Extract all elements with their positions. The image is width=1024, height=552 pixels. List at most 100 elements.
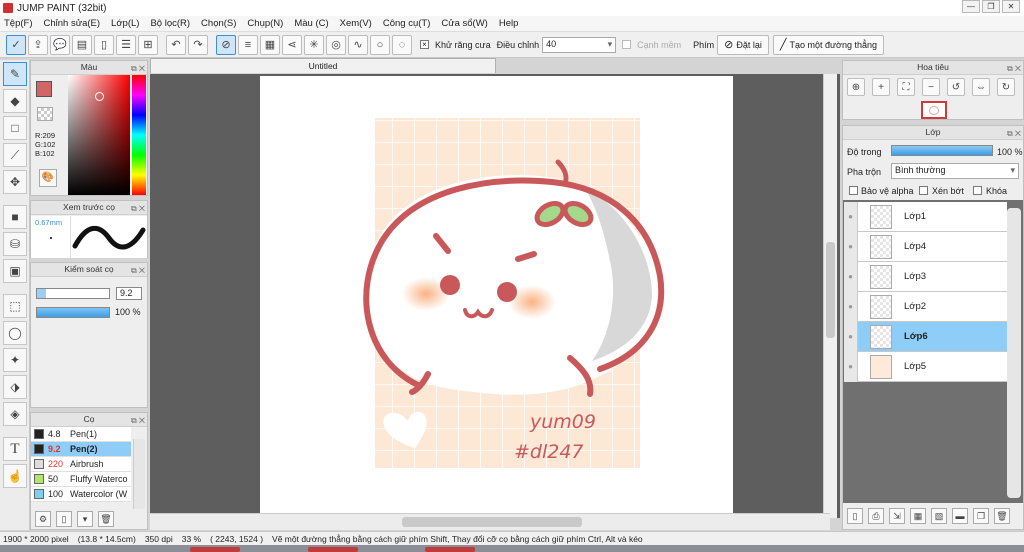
taskbar-app-3[interactable] (425, 547, 475, 552)
color-picker-cursor[interactable] (95, 92, 104, 101)
grid-ruler-icon[interactable]: ▦ (260, 34, 280, 55)
layer-row-2[interactable]: ● Lớp2 (844, 291, 1007, 322)
brush-settings-icon[interactable]: ⚙ (35, 511, 51, 527)
minimize-icon[interactable]: — (962, 0, 980, 13)
delete-layer-icon[interactable]: 🗑 (994, 508, 1010, 524)
perspective-ruler-icon[interactable]: ⋖ (282, 34, 302, 55)
concentric-ruler-icon[interactable]: ◎ (326, 34, 346, 55)
menu-capture[interactable]: Chụp(N) (247, 18, 283, 29)
circle-ruler-icon[interactable]: ○ (370, 34, 390, 55)
brush-menu-icon[interactable]: ▾ (77, 511, 93, 527)
hand-tool-icon[interactable]: ☝ (3, 464, 27, 488)
flip-icon[interactable]: ⇔ (972, 78, 990, 96)
palette-button[interactable]: 🎨 (39, 169, 57, 187)
layer-opacity-slider[interactable] (891, 145, 993, 156)
pattern-layer-icon[interactable]: ▧ (931, 508, 947, 524)
close-icon[interactable]: ✕ (1002, 0, 1020, 13)
no-ruler-icon[interactable]: ⊘ (216, 34, 236, 55)
layer-visibility-icon[interactable]: ● (844, 261, 858, 292)
menu-view[interactable]: Xem(V) (340, 18, 372, 29)
undo-icon[interactable]: ↶ (166, 34, 186, 55)
panel-window-icon[interactable]: ⧉ ✕ (1007, 127, 1021, 140)
page-list-icon[interactable]: ☰ (116, 34, 136, 55)
canvas-area[interactable]: yum09 #dl247 (150, 74, 840, 518)
layer-visibility-icon[interactable]: ● (844, 291, 858, 322)
brush-row-pen1[interactable]: 4.8 Pen(1) (31, 427, 131, 442)
brush-row-pen2[interactable]: 9.2 Pen(2) (31, 442, 131, 457)
menu-tools[interactable]: Công cụ(T) (383, 18, 431, 29)
layer-row-1[interactable]: ● Lớp1 (844, 201, 1007, 232)
antialias-checkbox[interactable]: × (420, 40, 429, 49)
transparent-swatch[interactable] (37, 107, 53, 121)
menu-edit[interactable]: Chỉnh sửa(E) (44, 18, 101, 29)
menu-window[interactable]: Cửa sổ(W) (441, 18, 487, 29)
layer-visibility-icon[interactable]: ● (844, 321, 858, 352)
paper[interactable]: yum09 #dl247 (260, 76, 733, 516)
import-layer-icon[interactable]: ⇲ (889, 508, 905, 524)
canvas-horizontal-scrollbar[interactable] (150, 513, 830, 530)
line-tool-icon[interactable]: ⟋ (3, 143, 27, 167)
clip-checkbox[interactable] (919, 186, 928, 195)
layer-list-scrollbar[interactable] (1007, 208, 1021, 498)
cloud-sync-icon[interactable]: ✓ (6, 34, 26, 55)
menu-file[interactable]: Tệp(F) (4, 18, 33, 29)
fg-color-swatch[interactable] (36, 81, 52, 97)
zoom-in-icon[interactable]: + (872, 78, 890, 96)
document-tab[interactable]: Untitled (150, 58, 496, 73)
zoom-out-icon[interactable]: − (922, 78, 940, 96)
menu-filter[interactable]: Bộ lọc(R) (150, 18, 190, 29)
protect-alpha-checkbox[interactable] (849, 186, 858, 195)
layer-visibility-icon[interactable]: ● (844, 201, 858, 232)
fill-rect-tool-icon[interactable]: ■ (3, 205, 27, 229)
brush-opacity-slider[interactable] (36, 307, 110, 318)
rotate-right-icon[interactable]: ↻ (997, 78, 1015, 96)
zoom-fit-icon[interactable]: ⊕ (847, 78, 865, 96)
menu-layer[interactable]: Lớp(L) (111, 18, 139, 29)
duplicate-layer-icon[interactable]: ❐ (973, 508, 989, 524)
panel-window-icon[interactable]: ⧉ ✕ (131, 202, 145, 215)
gradient-tool-icon[interactable]: ▣ (3, 259, 27, 283)
rectangle-tool-icon[interactable]: □ (3, 116, 27, 140)
brush-tool-icon[interactable]: ✎ (3, 62, 27, 86)
brushes-scrollbar[interactable] (133, 439, 145, 509)
restore-icon[interactable]: ❐ (982, 0, 1000, 13)
layer-row-3[interactable]: ● Lớp3 (844, 261, 1007, 292)
select-rect-tool-icon[interactable]: ⬚ (3, 294, 27, 318)
canvas-vertical-scrollbar[interactable] (823, 74, 837, 518)
new-folder-icon[interactable]: ▬ (952, 508, 968, 524)
layer-visibility-icon[interactable]: ● (844, 231, 858, 262)
taskbar-app-2[interactable] (308, 547, 358, 552)
navigator-thumbnail[interactable] (921, 101, 947, 119)
radial-ruler-icon[interactable]: ✳ (304, 34, 324, 55)
blend-combo[interactable]: Bình thường (891, 163, 1019, 179)
document-icon[interactable]: ▯ (94, 34, 114, 55)
new-brush-icon[interactable]: ▯ (56, 511, 72, 527)
panel-window-icon[interactable]: ⧉ ✕ (131, 62, 145, 75)
export-icon[interactable]: ⇪ (28, 34, 48, 55)
eraser-tool-icon[interactable]: ◆ (3, 89, 27, 113)
menu-color[interactable]: Màu (C) (294, 18, 328, 29)
layer-visibility-icon[interactable]: ● (844, 351, 858, 382)
speech-bubble-icon[interactable]: 💬 (50, 34, 70, 55)
lasso-tool-icon[interactable]: ◯ (3, 321, 27, 345)
brush-size-field[interactable]: 9.2 (116, 287, 142, 300)
rotate-left-icon[interactable]: ↺ (947, 78, 965, 96)
ellipse-ruler-icon[interactable]: ◌ (392, 34, 412, 55)
hue-slider[interactable] (132, 75, 146, 195)
text-tool-icon[interactable]: T (3, 437, 27, 461)
vertical-scroll-thumb[interactable] (826, 242, 835, 338)
new-layer-icon[interactable]: ▯ (847, 508, 863, 524)
move-tool-icon[interactable]: ✥ (3, 170, 27, 194)
brush-size-slider[interactable] (36, 288, 110, 299)
reset-button[interactable]: ⊘ Đặt lại (717, 34, 769, 55)
select-eraser-tool-icon[interactable]: ◈ (3, 402, 27, 426)
panel-window-icon[interactable]: ⧉ ✕ (131, 264, 145, 277)
menu-select[interactable]: Chọn(S) (201, 18, 236, 29)
panel-window-icon[interactable]: ⧉ ✕ (1007, 62, 1021, 75)
actual-size-icon[interactable]: ⛶ (897, 78, 915, 96)
adjust-combo[interactable]: 40 (542, 36, 617, 53)
menu-help[interactable]: Help (499, 18, 519, 29)
layer-row-6[interactable]: ● Lớp6 (844, 321, 1007, 352)
lock-checkbox[interactable] (973, 186, 982, 195)
bucket-tool-icon[interactable]: ⛁ (3, 232, 27, 256)
